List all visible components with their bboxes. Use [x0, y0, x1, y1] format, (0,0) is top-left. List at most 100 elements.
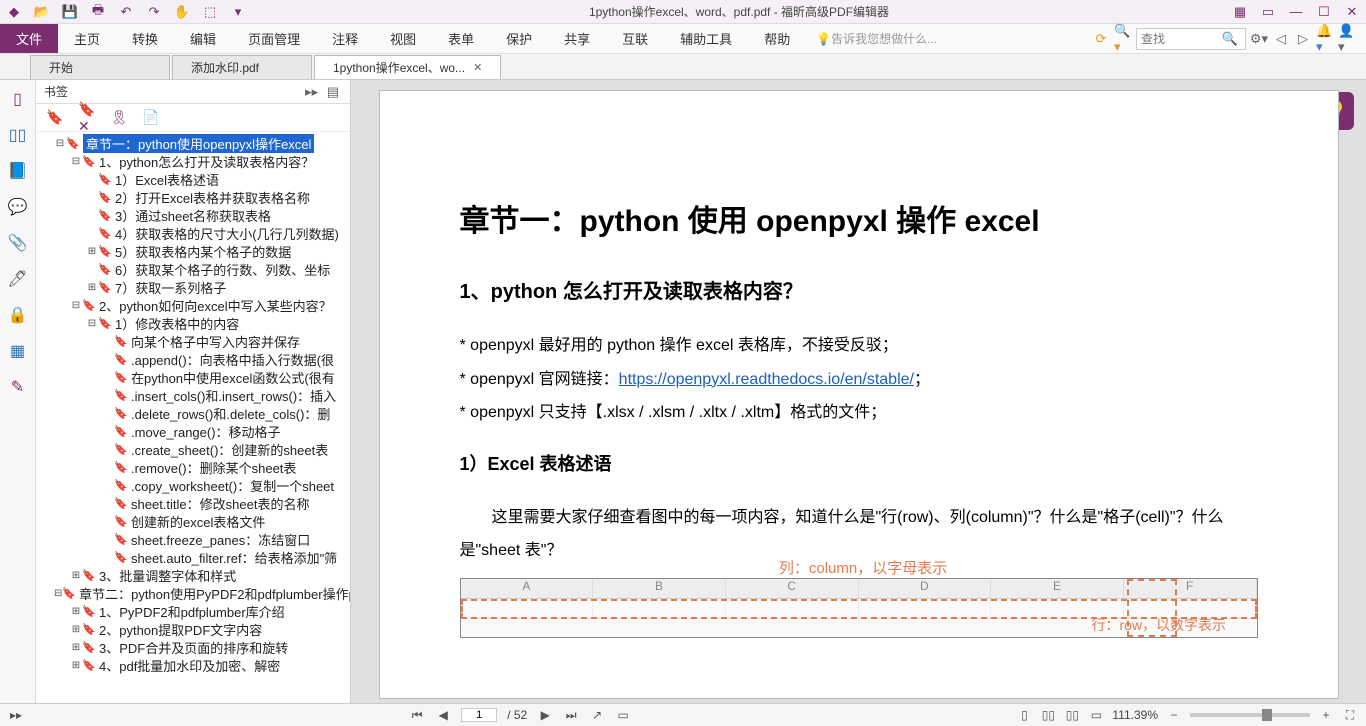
collapse-icon[interactable]: ▸▸	[303, 83, 321, 101]
bookmark-item[interactable]: 🔖向某个格子中写入内容并保存	[36, 332, 350, 350]
bookmark-item[interactable]: ⊞🔖3、批量调整字体和样式	[36, 566, 350, 584]
settings-gear-icon[interactable]: ⚙▾	[1250, 30, 1268, 48]
cloud-sync-icon[interactable]: ⟳	[1092, 30, 1110, 48]
minimize-ribbon-icon[interactable]: ▭	[1259, 3, 1277, 21]
expand-icon[interactable]: ⊟	[70, 300, 82, 311]
bookmark-item[interactable]: 🔖在python中使用excel函数公式(很有	[36, 368, 350, 386]
doc-tab-watermark[interactable]: 添加水印.pdf	[172, 55, 312, 79]
first-page-icon[interactable]: ⏮	[409, 707, 425, 723]
page-canvas[interactable]: 💡 章节一：python 使用 openpyxl 操作 excel 1、pyth…	[351, 80, 1366, 703]
bookmark-item[interactable]: 🔖.insert_cols()和.insert_rows()：插入	[36, 386, 350, 404]
bookmark-item[interactable]: ⊟🔖章节二：python使用PyPDF2和pdfplumber操作pd	[36, 584, 350, 602]
last-page-icon[interactable]: ⏭	[563, 707, 579, 723]
ribbon-tab-convert[interactable]: 转换	[116, 24, 174, 53]
bookmark-item[interactable]: 🔖sheet.freeze_panes：冻结窗口	[36, 530, 350, 548]
bookmark-item[interactable]: 🔖.append()：向表格中插入行数据(很	[36, 350, 350, 368]
layout-icon[interactable]: ▭	[615, 707, 631, 723]
search-input[interactable]	[1141, 32, 1221, 46]
ribbon-star-icon[interactable]: 🎗	[110, 109, 128, 127]
ribbon-tab-protect[interactable]: 保护	[490, 24, 548, 53]
user-icon[interactable]: 👤▾	[1338, 30, 1356, 48]
nav-prev-icon[interactable]: ◁	[1272, 30, 1290, 48]
bookmark-item[interactable]: 🔖4）获取表格的尺寸大小(几行几列数据)	[36, 224, 350, 242]
bookmark-item[interactable]: ⊞🔖2、python提取PDF文字内容	[36, 620, 350, 638]
expand-icon[interactable]: ⊞	[70, 606, 82, 617]
close-window-icon[interactable]: ✕	[1343, 3, 1361, 21]
expand-icon[interactable]: ⊟	[54, 588, 62, 599]
bookmark-item[interactable]: 🔖3）通过sheet名称获取表格	[36, 206, 350, 224]
expand-icon[interactable]: ⊞	[70, 642, 82, 653]
hand-icon[interactable]: ✋	[173, 3, 191, 21]
ribbon-tab-edit[interactable]: 编辑	[174, 24, 232, 53]
qr-icon[interactable]: ▦	[1231, 3, 1249, 21]
bookmark-item[interactable]: 🔖.copy_worksheet()：复制一个sheet	[36, 476, 350, 494]
bookmark-item[interactable]: 🔖2）打开Excel表格并获取表格名称	[36, 188, 350, 206]
bookmark-item[interactable]: ⊟🔖章节一：python使用openpyxl操作excel	[36, 134, 350, 152]
ribbon-tab-comment[interactable]: 注释	[316, 24, 374, 53]
ribbon-tab-connect[interactable]: 互联	[606, 24, 664, 53]
fullscreen-icon[interactable]: ⛶	[1342, 707, 1358, 723]
add-bookmark-icon[interactable]: 🔖	[46, 109, 64, 127]
page-number-input[interactable]	[461, 708, 497, 722]
print-icon[interactable]: 🖶	[89, 3, 107, 21]
view-book-icon[interactable]: ▭	[1088, 707, 1104, 723]
layers-icon[interactable]: 📘	[7, 160, 29, 182]
open-icon[interactable]: 📂	[33, 3, 51, 21]
close-icon[interactable]: ✕	[473, 61, 482, 74]
bookmark-item[interactable]: ⊟🔖1、python怎么打开及读取表格内容？	[36, 152, 350, 170]
view-facing-icon[interactable]: ▯▯	[1064, 707, 1080, 723]
expand-icon[interactable]: ⊞	[70, 660, 82, 671]
expand-icon[interactable]: ⊞	[70, 624, 82, 635]
bell-icon[interactable]: 🔔▾	[1316, 30, 1334, 48]
view-continuous-icon[interactable]: ▯▯	[1040, 707, 1056, 723]
bookmark-panel-icon[interactable]: ▯	[7, 88, 29, 110]
bookmark-item[interactable]: 🔖.create_sheet()：创建新的sheet表	[36, 440, 350, 458]
doc-tab-python[interactable]: 1python操作excel、wo...✕	[314, 55, 501, 79]
export-bookmark-icon[interactable]: 📄	[142, 109, 160, 127]
bookmark-item[interactable]: ⊞🔖3、PDF合并及页面的排序和旋转	[36, 638, 350, 656]
nav-next-icon[interactable]: ▷	[1294, 30, 1312, 48]
expand-icon[interactable]: ⊟	[70, 156, 82, 167]
pages-panel-icon[interactable]: ▯▯	[7, 124, 29, 146]
signatures-icon[interactable]: 🖊	[7, 268, 29, 290]
expand-icon[interactable]: ⊟	[86, 318, 98, 329]
search-icon[interactable]: 🔍	[1221, 30, 1239, 48]
zoom-slider[interactable]	[1190, 713, 1310, 717]
bookmark-item[interactable]: 🔖1）Excel表格述语	[36, 170, 350, 188]
search-box[interactable]: 🔍	[1136, 28, 1246, 50]
fields-icon[interactable]: ▦	[7, 340, 29, 362]
ribbon-tab-help[interactable]: 帮助	[748, 24, 806, 53]
prev-page-icon[interactable]: ◀	[435, 707, 451, 723]
bookmark-item[interactable]: 🔖.remove()：删除某个sheet表	[36, 458, 350, 476]
tell-me[interactable]: 💡 告诉我您想做什么...	[816, 24, 937, 53]
zoom-out-icon[interactable]: −	[1166, 707, 1182, 723]
maximize-icon[interactable]: ☐	[1315, 3, 1333, 21]
bookmark-item[interactable]: ⊟🔖1）修改表格中的内容	[36, 314, 350, 332]
redo-icon[interactable]: ↷	[145, 3, 163, 21]
next-page-icon[interactable]: ▶	[537, 707, 553, 723]
more-dropdown-icon[interactable]: ▾	[229, 3, 247, 21]
ribbon-tab-view[interactable]: 视图	[374, 24, 432, 53]
bookmark-item[interactable]: 🔖sheet.title：修改sheet表的名称	[36, 494, 350, 512]
bookmark-item[interactable]: 🔖.delete_rows()和.delete_cols()：删	[36, 404, 350, 422]
minimize-icon[interactable]: —	[1287, 3, 1305, 21]
bookmark-item[interactable]: ⊟🔖2、python如何向excel中写入某些内容？	[36, 296, 350, 314]
bookmark-item[interactable]: 🔖sheet.auto_filter.ref：给表格添加"筛	[36, 548, 350, 566]
ribbon-tab-accessibility[interactable]: 辅助工具	[664, 24, 748, 53]
expand-icon[interactable]: ⊞	[86, 282, 98, 293]
jump-icon[interactable]: ↗	[589, 707, 605, 723]
file-menu[interactable]: 文件	[0, 24, 58, 53]
panel-menu-icon[interactable]: ▤	[324, 83, 342, 101]
save-icon[interactable]: 💾	[61, 3, 79, 21]
folder-search-icon[interactable]: 🔍▾	[1114, 30, 1132, 48]
comments-icon[interactable]: 💬	[7, 196, 29, 218]
doc-tab-start[interactable]: 开始	[30, 55, 170, 79]
expand-icon[interactable]: ⊞	[86, 246, 98, 257]
view-single-icon[interactable]: ▯	[1016, 707, 1032, 723]
ribbon-tab-form[interactable]: 表单	[432, 24, 490, 53]
expand-panel-icon[interactable]: ▸▸	[8, 707, 24, 723]
bookmark-item[interactable]: 🔖6）获取某个格子的行数、列数、坐标	[36, 260, 350, 278]
openpyxl-link[interactable]: https://openpyxl.readthedocs.io/en/stabl…	[619, 371, 914, 388]
zoom-in-icon[interactable]: +	[1318, 707, 1334, 723]
select-icon[interactable]: ⬚	[201, 3, 219, 21]
